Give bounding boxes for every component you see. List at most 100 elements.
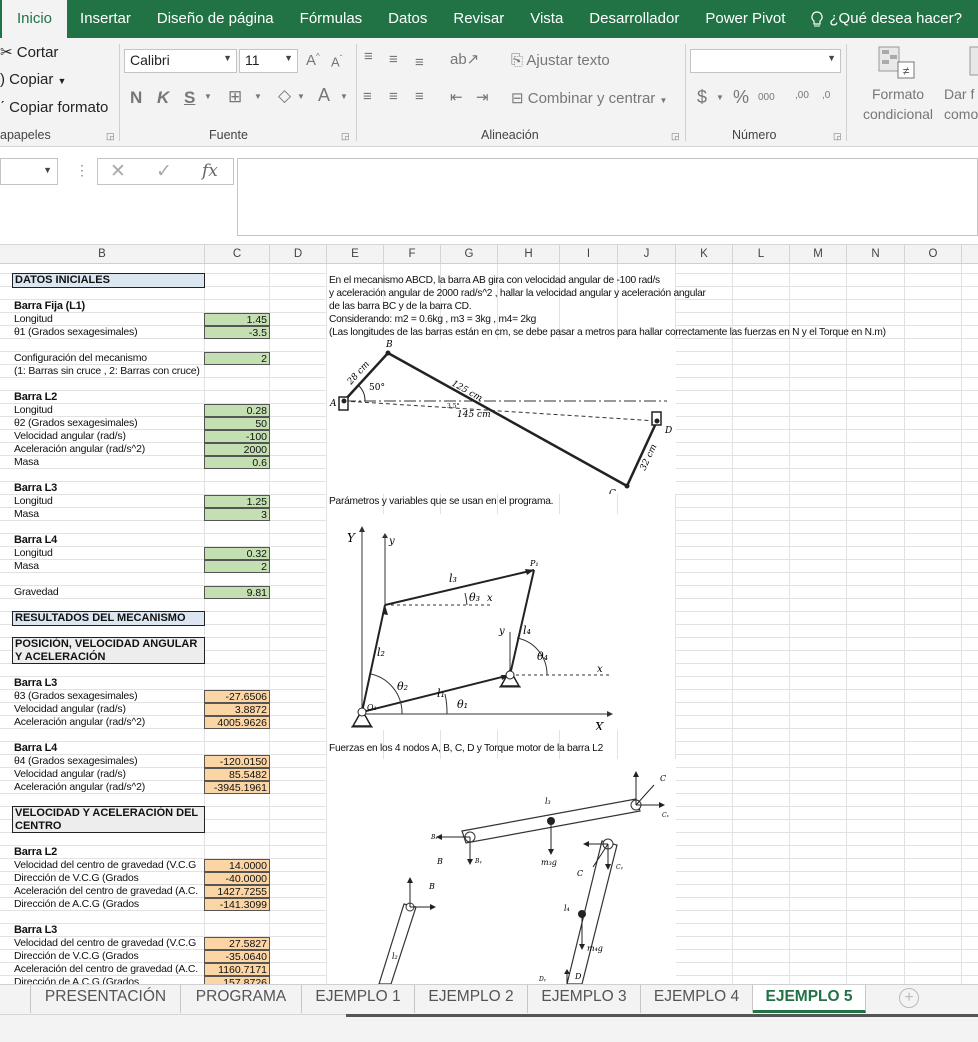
l2-vcg-value[interactable]: 14.0000 <box>204 859 270 872</box>
align-middle-icon[interactable]: ≡ <box>389 51 398 68</box>
alignment-launcher-icon[interactable]: ◲ <box>671 131 680 142</box>
italic-button[interactable]: K <box>157 88 169 108</box>
theta3-value[interactable]: -27.6506 <box>204 690 270 703</box>
l2-acg-dir-value[interactable]: -141.3099 <box>204 898 270 911</box>
l4-length-value[interactable]: 0.32 <box>204 547 270 560</box>
l3-result-velocity-value[interactable]: 3.8872 <box>204 703 270 716</box>
l3-acg-value[interactable]: 1160.7171 <box>204 963 270 976</box>
chevron-down-icon[interactable]: ▼ <box>254 92 262 101</box>
decrease-font-icon[interactable]: Aˇ <box>331 54 342 69</box>
l2-length-value[interactable]: 0.28 <box>204 404 270 417</box>
horizontal-scrollbar[interactable] <box>346 1014 978 1017</box>
column-header[interactable]: J <box>618 245 676 264</box>
gravity-value[interactable]: 9.81 <box>204 586 270 599</box>
column-header[interactable]: E <box>327 245 384 264</box>
tab-desarrollador[interactable]: Desarrollador <box>576 0 692 38</box>
enter-icon[interactable]: ✓ <box>156 160 172 183</box>
l3-result-accel-value[interactable]: 4005.9626 <box>204 716 270 729</box>
align-right-icon[interactable]: ≡ <box>415 88 424 105</box>
theta2-value[interactable]: 50 <box>204 417 270 430</box>
tab-formulas[interactable]: Fórmulas <box>287 0 376 38</box>
conditional-format-button[interactable]: Formato condicional <box>852 84 944 124</box>
column-header[interactable]: F <box>384 245 441 264</box>
column-header[interactable]: B <box>0 245 205 264</box>
chevron-down-icon[interactable]: ▼ <box>204 92 212 101</box>
worksheet-grid[interactable]: DATOS INICIALES Barra Fija (L1) Longitud… <box>0 264 978 984</box>
tab-revisar[interactable]: Revisar <box>440 0 517 38</box>
l2-angular-velocity-value[interactable]: -100 <box>204 430 270 443</box>
underline-button[interactable]: S <box>184 88 195 108</box>
theta1-value[interactable]: -3.5 <box>204 326 270 339</box>
l2-vcg-dir-value[interactable]: -40.0000 <box>204 872 270 885</box>
config-value[interactable]: 2 <box>204 352 270 365</box>
l3-length-value[interactable]: 1.25 <box>204 495 270 508</box>
increase-font-icon[interactable]: A^ <box>306 52 320 69</box>
borders-icon[interactable]: ⊞ <box>228 87 242 107</box>
bold-button[interactable]: N <box>130 88 142 108</box>
column-header[interactable]: H <box>498 245 560 264</box>
l1-length-value[interactable]: 1.45 <box>204 313 270 326</box>
sheet-tab-ejemplo-2[interactable]: EJEMPLO 2 <box>415 985 528 1013</box>
wrap-text-button[interactable]: ⎘ Ajustar texto <box>511 52 610 69</box>
column-header[interactable]: L <box>733 245 790 264</box>
tab-vista[interactable]: Vista <box>517 0 576 38</box>
decrease-decimal-button[interactable]: ,0 <box>822 90 830 101</box>
l2-angular-accel-value[interactable]: 2000 <box>204 443 270 456</box>
fill-color-icon[interactable]: ◇ <box>278 86 291 106</box>
align-top-icon[interactable]: ≡ <box>364 48 373 65</box>
l3-mass-value[interactable]: 3 <box>204 508 270 521</box>
theta4-value[interactable]: -120.0150 <box>204 755 270 768</box>
orientation-icon[interactable]: ab↗ <box>450 50 479 68</box>
font-color-icon[interactable]: A <box>318 85 330 106</box>
font-name-select[interactable]: Calibri ▼ <box>124 49 237 73</box>
number-format-select[interactable]: ▼ <box>690 49 841 73</box>
chevron-down-icon[interactable]: ▼ <box>716 93 724 102</box>
clipboard-launcher-icon[interactable]: ◲ <box>106 131 115 142</box>
chevron-down-icon[interactable]: ▼ <box>43 165 52 175</box>
l3-vcg-dir-value[interactable]: -35.0640 <box>204 950 270 963</box>
increase-indent-icon[interactable]: ⇥ <box>476 88 489 106</box>
tab-diseno-pagina[interactable]: Diseño de página <box>144 0 287 38</box>
column-header[interactable]: G <box>441 245 498 264</box>
copy-button[interactable]: ) Copiar ▼ <box>0 71 66 88</box>
font-launcher-icon[interactable]: ◲ <box>341 131 350 142</box>
table-format-icon[interactable] <box>944 46 978 85</box>
drag-handle-icon[interactable]: ⋮ <box>75 162 89 179</box>
l4-mass-value[interactable]: 2 <box>204 560 270 573</box>
cut-button[interactable]: ✂ Cortar <box>0 43 58 61</box>
formula-input[interactable] <box>237 158 978 236</box>
column-header[interactable]: O <box>905 245 962 264</box>
l4-result-accel-value[interactable]: -3945.1961 <box>204 781 270 794</box>
chevron-down-icon[interactable]: ▼ <box>58 76 67 86</box>
sheet-tab-ejemplo-4[interactable]: EJEMPLO 4 <box>641 985 753 1013</box>
cancel-icon[interactable]: ✕ <box>110 160 126 183</box>
decrease-indent-icon[interactable]: ⇤ <box>450 88 463 106</box>
tab-power-pivot[interactable]: Power Pivot <box>692 0 798 38</box>
column-header[interactable]: M <box>790 245 847 264</box>
column-header[interactable]: K <box>676 245 733 264</box>
sheet-tab-ejemplo-5[interactable]: EJEMPLO 5 <box>753 985 866 1013</box>
column-header[interactable]: D <box>270 245 327 264</box>
sheet-tab-presentacion[interactable]: PRESENTACIÓN <box>31 985 181 1013</box>
percent-button[interactable]: % <box>733 87 749 108</box>
name-box[interactable]: ▼ <box>0 158 58 185</box>
insert-function-icon[interactable]: fx <box>202 161 218 181</box>
number-launcher-icon[interactable]: ◲ <box>833 131 842 142</box>
tab-insertar[interactable]: Insertar <box>67 0 144 38</box>
sheet-tab-programa[interactable]: PROGRAMA <box>181 985 302 1013</box>
column-header[interactable]: I <box>560 245 618 264</box>
column-header[interactable]: C <box>205 245 270 264</box>
tab-datos[interactable]: Datos <box>375 0 440 38</box>
font-size-select[interactable]: 11 ▼ <box>239 49 298 73</box>
column-header[interactable]: N <box>847 245 905 264</box>
align-bottom-icon[interactable]: ≡ <box>415 54 424 71</box>
chevron-down-icon[interactable]: ▼ <box>297 92 305 101</box>
sheet-tab-ejemplo-1[interactable]: EJEMPLO 1 <box>302 985 415 1013</box>
align-left-icon[interactable]: ≡ <box>363 88 372 105</box>
merge-center-button[interactable]: ⊟ Combinar y centrar ▼ <box>511 89 667 107</box>
l3-acg-dir-value[interactable]: 157.8726 <box>204 976 270 984</box>
l2-acg-value[interactable]: 1427.7255 <box>204 885 270 898</box>
l2-mass-value[interactable]: 0.6 <box>204 456 270 469</box>
l3-vcg-value[interactable]: 27.5827 <box>204 937 270 950</box>
align-center-icon[interactable]: ≡ <box>389 88 398 105</box>
